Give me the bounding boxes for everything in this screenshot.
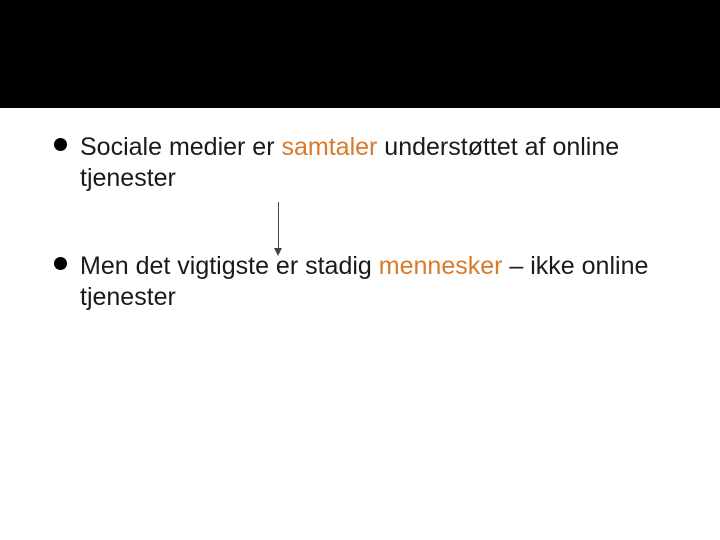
- bullet-item: Men det vigtigste er stadig mennesker – …: [80, 251, 672, 314]
- bullet-text-highlight: samtaler: [281, 133, 377, 161]
- arrow-down-icon: [278, 202, 280, 256]
- bullet-icon: [54, 138, 67, 151]
- bullet-text-pre: Men det vigtigste er stadig: [80, 252, 379, 280]
- bullet-text-pre: Sociale medier er: [80, 133, 281, 161]
- bullet-item: Sociale medier er samtaler understøttet …: [80, 132, 672, 195]
- bullet-text-highlight: mennesker: [379, 252, 503, 280]
- title-bar: [0, 0, 720, 108]
- bullet-icon: [54, 257, 67, 270]
- slide-content: Sociale medier er samtaler understøttet …: [0, 108, 720, 313]
